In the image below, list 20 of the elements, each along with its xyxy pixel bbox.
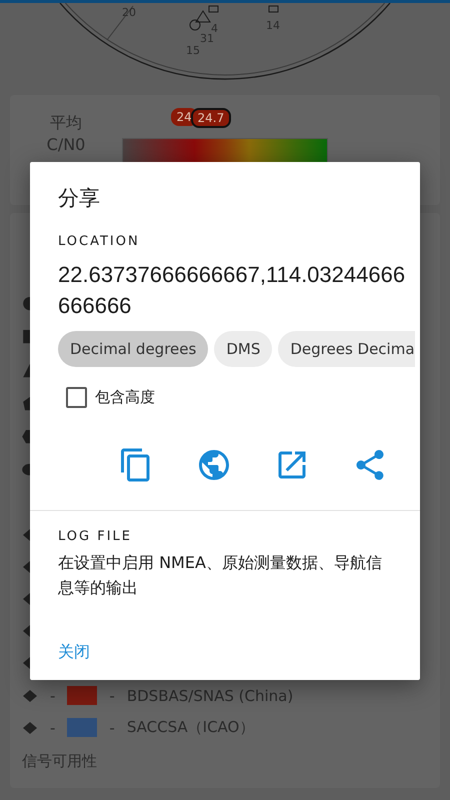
constellation-name: BDSBAS/SNAS (China) — [126, 686, 294, 705]
format-chip[interactable]: DMS — [214, 331, 272, 367]
cn0-title: 平均 — [50, 112, 82, 134]
format-chip[interactable]: Degrees Decima — [278, 331, 415, 367]
section-heading: 信号可用性 — [22, 751, 98, 772]
cn0-title: C/N0 — [46, 134, 86, 156]
log-file-description: 在设置中启用 NMEA、原始测量数据、导航信息等的输出 — [58, 552, 383, 599]
dialog-title: 分享 — [58, 185, 100, 212]
dash: - — [109, 718, 115, 737]
cn0-value-badge: 24.7 — [190, 108, 232, 128]
checkbox-label: 包含高度 — [95, 388, 155, 407]
constellation-name: SACCSA（ICAO） — [126, 718, 254, 738]
section-label: LOG FILE — [58, 529, 132, 544]
close-button[interactable]: 关闭 — [52, 638, 96, 667]
dash: - — [50, 718, 56, 737]
dash: - — [50, 686, 56, 705]
section-label: LOCATION — [58, 234, 140, 249]
format-chip[interactable]: Decimal degrees — [58, 331, 208, 367]
location-value: 22.63737666666667,114.03244666666666 — [58, 261, 406, 320]
dash: - — [109, 686, 115, 705]
